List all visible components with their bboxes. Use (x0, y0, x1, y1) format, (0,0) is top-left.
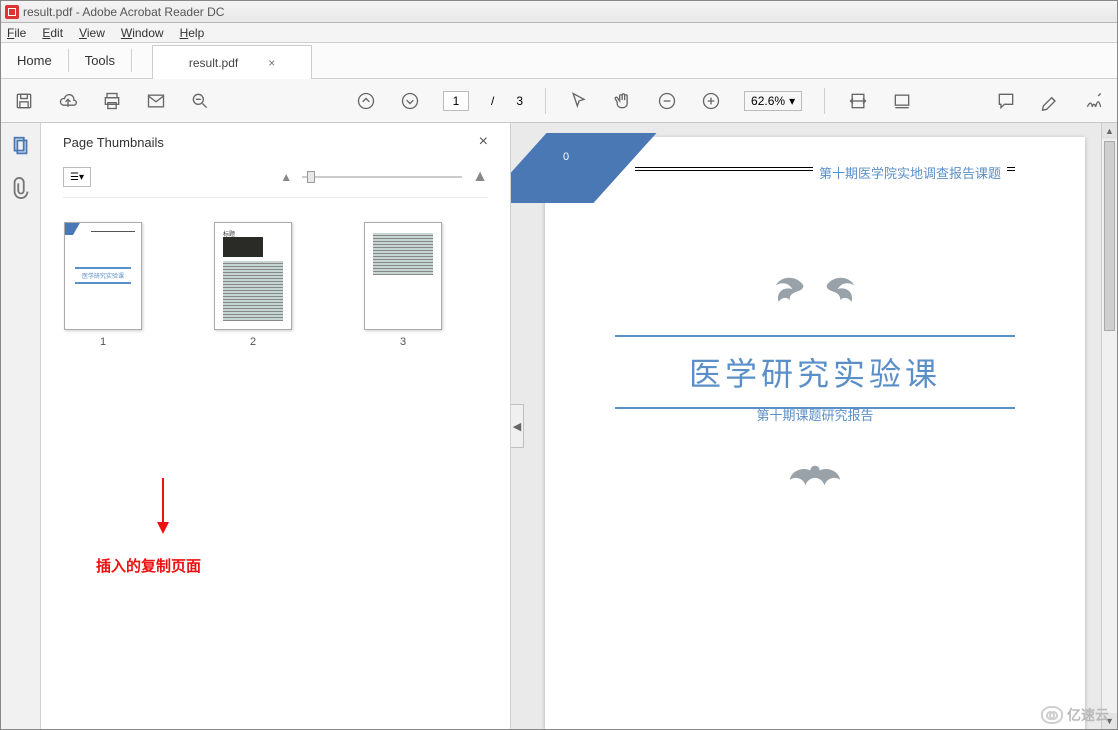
cloud-icon[interactable] (57, 90, 79, 112)
scroll-thumb[interactable] (1104, 141, 1115, 331)
decorative-flourish-bottom (787, 457, 843, 500)
thumbnails-rail-icon[interactable] (10, 135, 32, 157)
small-thumb-icon[interactable]: ▲ (280, 170, 292, 184)
zoom-value: 62.6% (751, 94, 785, 108)
corner-number: 0 (563, 151, 569, 163)
attachments-rail-icon[interactable] (10, 177, 32, 199)
tab-document-label: result.pdf (189, 56, 238, 70)
menu-view[interactable]: View (79, 26, 105, 40)
main-title-block: 医学研究实验课 (615, 335, 1015, 409)
hand-icon[interactable] (612, 90, 634, 112)
toolbar-separator (824, 88, 825, 114)
page-number-input[interactable] (443, 91, 469, 111)
thumbnails-title: Page Thumbnails (63, 135, 164, 150)
large-thumb-icon[interactable]: ▲ (472, 168, 488, 186)
tab-separator (131, 49, 132, 72)
navigation-rail (1, 123, 41, 729)
window-title: result.pdf - Adobe Acrobat Reader DC (23, 5, 224, 19)
subtitle: 第十期课题研究报告 (545, 405, 1085, 424)
thumbnail-3[interactable]: 3 (363, 222, 443, 348)
close-tab-icon[interactable]: × (268, 56, 275, 70)
fit-width-icon[interactable] (847, 90, 869, 112)
thumbnail-1-label: 1 (100, 336, 106, 348)
thumbnail-2-label: 2 (250, 336, 256, 348)
app-icon (5, 5, 19, 19)
tab-home[interactable]: Home (1, 43, 68, 78)
thumbnails-panel: Page Thumbnails × ☰▾ ▲ ▲ 医学研究实验课 1 标题 (41, 123, 511, 729)
page-down-icon[interactable] (399, 90, 421, 112)
zoom-in-icon[interactable] (700, 90, 722, 112)
collapse-panel-button[interactable]: ◀ (511, 404, 524, 448)
fit-page-icon[interactable] (891, 90, 913, 112)
zoom-out-search-icon[interactable] (189, 90, 211, 112)
thumbnails-options-dropdown[interactable]: ☰▾ (63, 167, 91, 187)
zoom-out-icon[interactable] (656, 90, 678, 112)
thumbnails-list: 医学研究实验课 1 标题 2 3 (63, 198, 488, 348)
annotation-arrow (153, 478, 173, 537)
page-header-text: 第十期医学院实地调查报告课题 (813, 163, 1007, 182)
page-total: 3 (516, 94, 523, 108)
thumbnail-3-label: 3 (400, 336, 406, 348)
toolbar-separator (545, 88, 546, 114)
annotation-text: 插入的复制页面 (96, 555, 201, 576)
menu-bar: File Edit View Window Help (1, 23, 1117, 43)
tab-document[interactable]: result.pdf × (152, 45, 312, 79)
sign-icon[interactable] (1083, 90, 1105, 112)
menu-window[interactable]: Window (121, 26, 164, 40)
menu-edit[interactable]: Edit (42, 26, 63, 40)
menu-file[interactable]: File (7, 26, 26, 40)
tab-tools[interactable]: Tools (69, 43, 131, 78)
watermark-text: 亿速云 (1067, 705, 1109, 725)
thumbnail-2[interactable]: 标题 2 (213, 222, 293, 348)
content-area: Page Thumbnails × ☰▾ ▲ ▲ 医学研究实验课 1 标题 (1, 123, 1117, 729)
comment-icon[interactable] (995, 90, 1017, 112)
toolbar: / 3 62.6% ▾ (1, 79, 1117, 123)
menu-help[interactable]: Help (180, 26, 205, 40)
print-icon[interactable] (101, 90, 123, 112)
page-separator: / (491, 94, 494, 108)
watermark: 亿速云 (1041, 705, 1109, 725)
thumbnail-size-slider[interactable] (302, 176, 462, 178)
thumbnail-2-preview: 标题 (214, 222, 292, 330)
page-up-icon[interactable] (355, 90, 377, 112)
thumbnail-1[interactable]: 医学研究实验课 1 (63, 222, 143, 348)
vertical-scrollbar[interactable]: ▲ ▼ (1101, 123, 1117, 729)
thumbnail-3-preview (364, 222, 442, 330)
document-viewer[interactable]: ◀ 0 第十期医学院实地调查报告课题 医学研究实验课 第十期课题研究报告 ▲ ▼ (511, 123, 1117, 729)
window-titlebar: result.pdf - Adobe Acrobat Reader DC (1, 1, 1117, 23)
decorative-flourish-top (762, 267, 868, 313)
scroll-up-button[interactable]: ▲ (1102, 123, 1117, 139)
close-panel-icon[interactable]: × (479, 133, 488, 151)
pointer-icon[interactable] (568, 90, 590, 112)
zoom-dropdown[interactable]: 62.6% ▾ (744, 91, 802, 111)
thumbnail-1-preview: 医学研究实验课 (64, 222, 142, 330)
tab-bar: Home Tools result.pdf × (1, 43, 1117, 79)
highlight-icon[interactable] (1039, 90, 1061, 112)
chevron-down-icon: ▾ (789, 94, 795, 108)
save-icon[interactable] (13, 90, 35, 112)
thumbnails-controls: ☰▾ ▲ ▲ (63, 161, 488, 198)
watermark-icon (1041, 706, 1063, 724)
mail-icon[interactable] (145, 90, 167, 112)
main-title: 医学研究实验课 (615, 349, 1015, 395)
page-1: 0 第十期医学院实地调查报告课题 医学研究实验课 第十期课题研究报告 (545, 137, 1085, 729)
